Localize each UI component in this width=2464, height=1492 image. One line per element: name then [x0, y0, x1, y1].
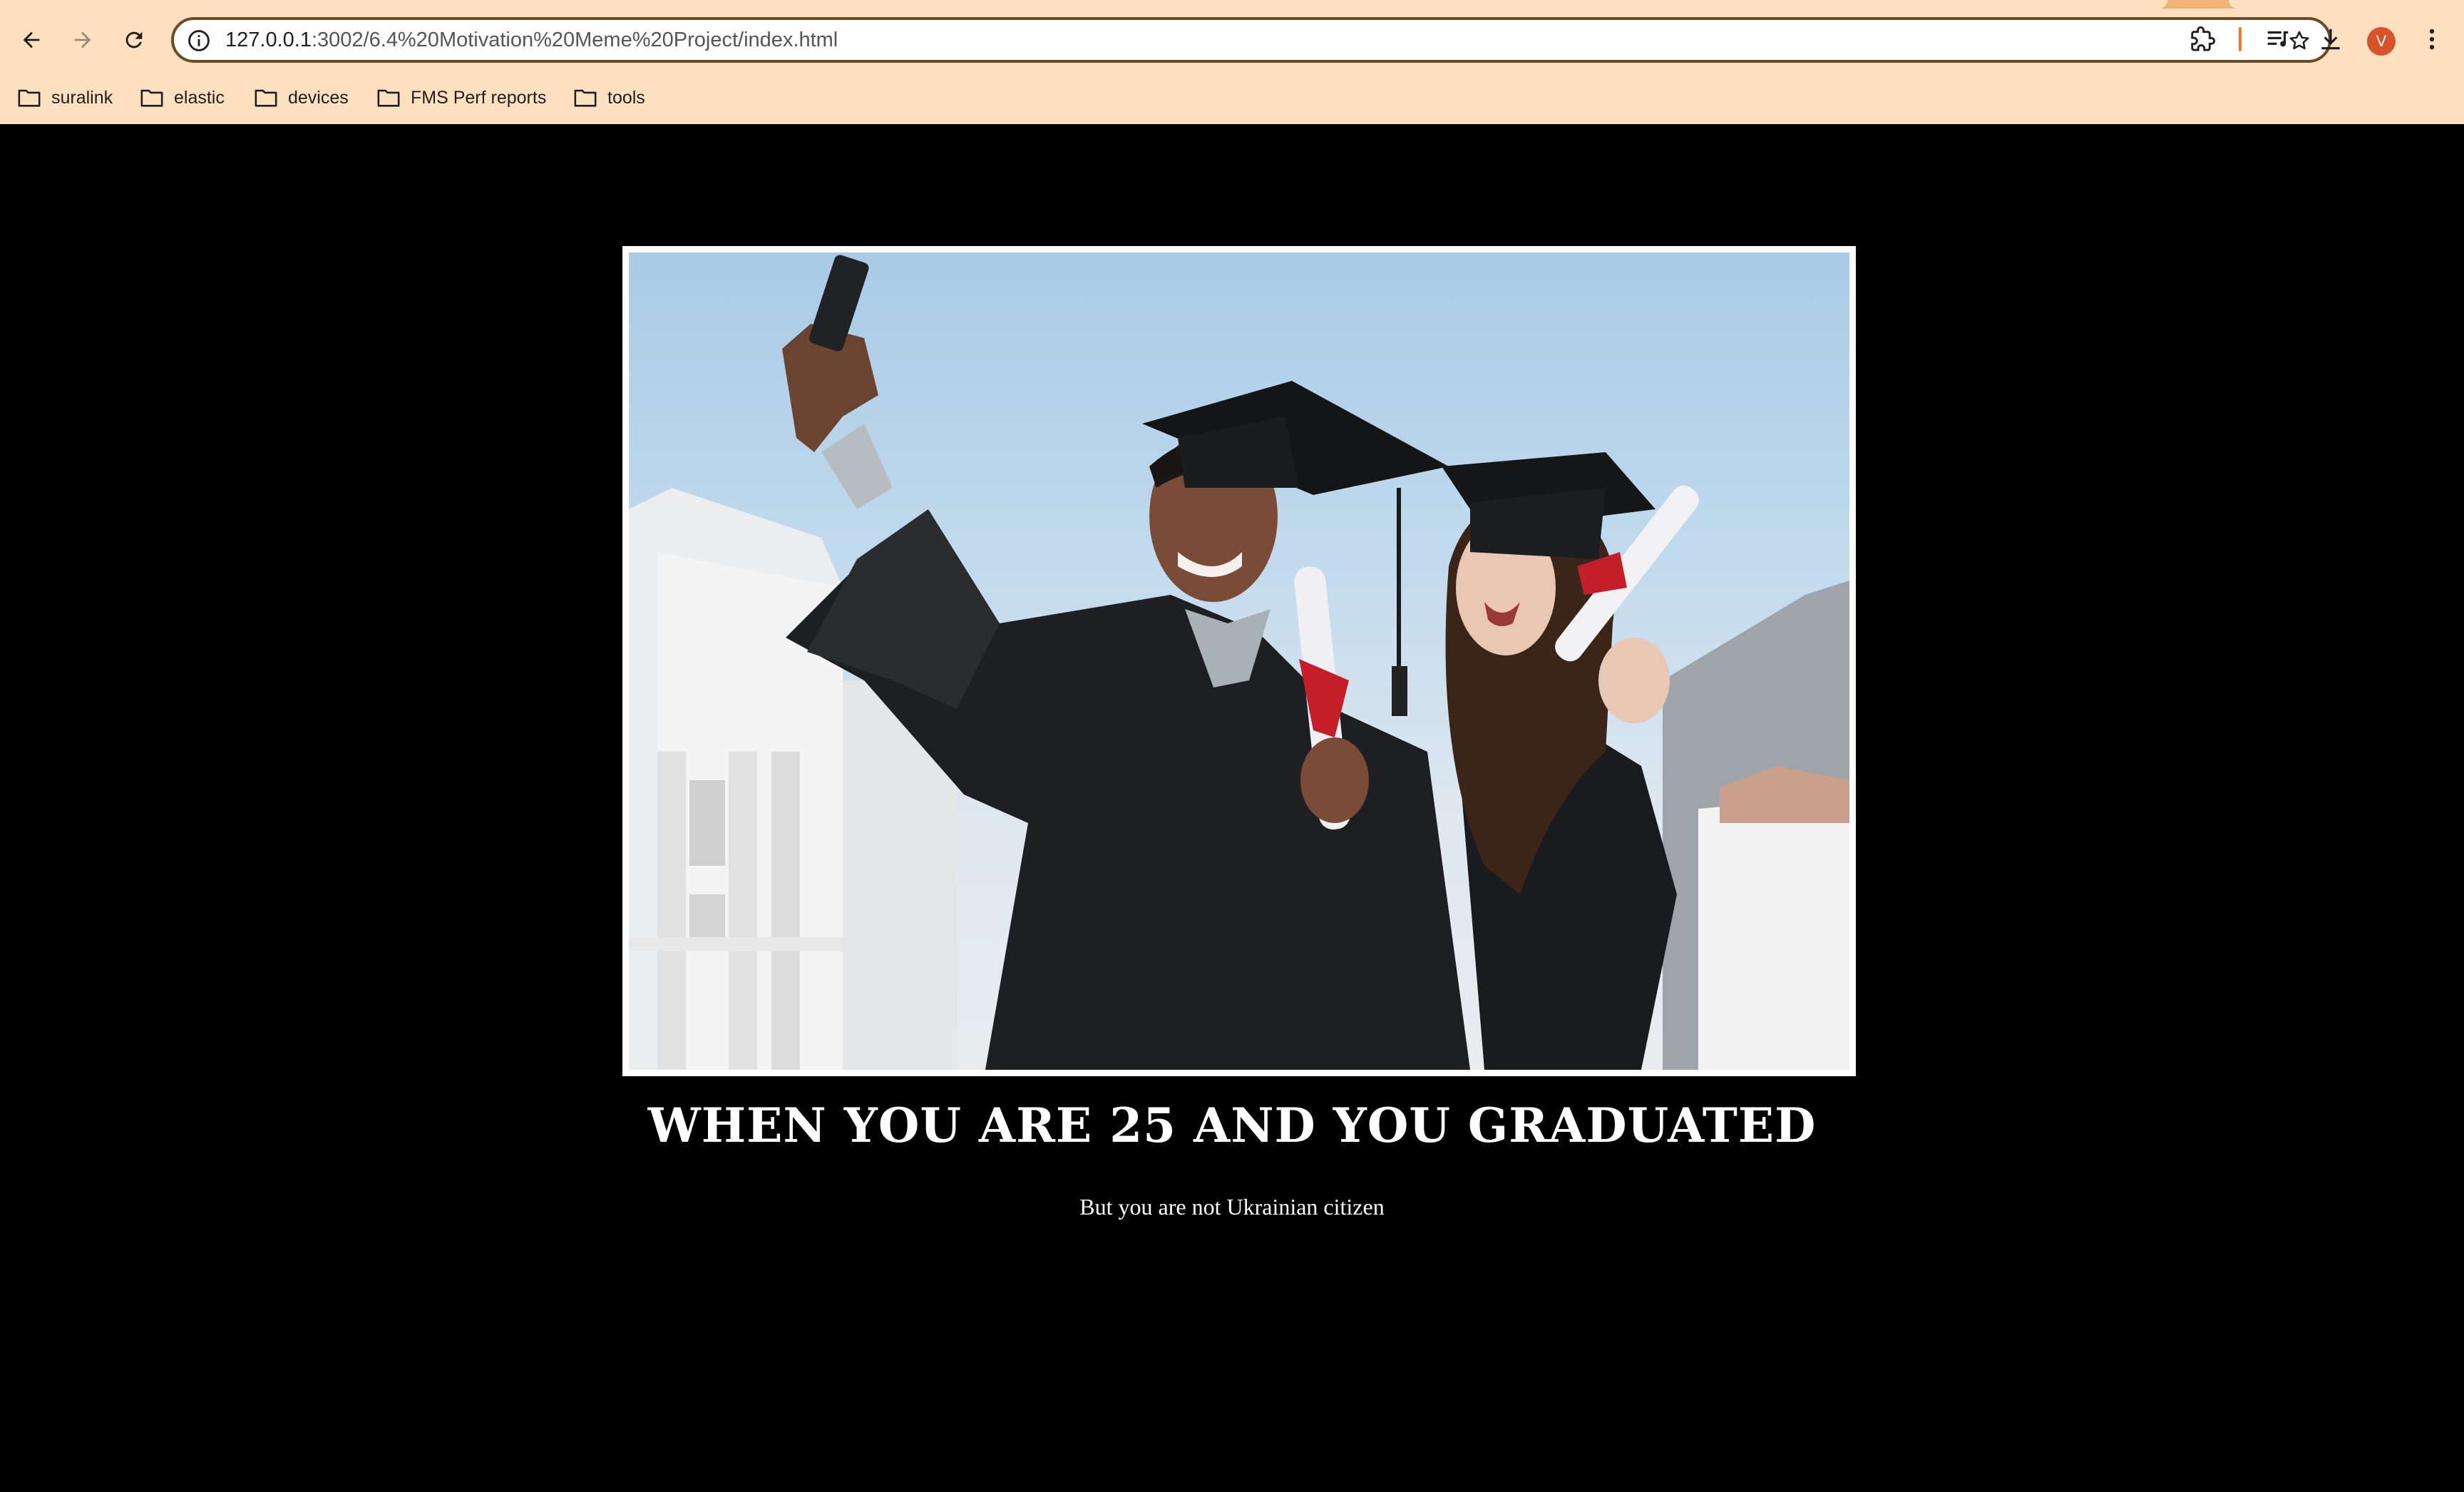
folder-icon [377, 89, 400, 107]
media-controls-button[interactable] [2260, 21, 2296, 57]
browser-toolbar: 127.0.0.1:3002/6.4%20Motivation%20Meme%2… [0, 0, 2464, 124]
address-bar[interactable]: 127.0.0.1:3002/6.4%20Motivation%20Meme%2… [171, 17, 2331, 63]
bookmark-folder-elastic[interactable]: elastic [140, 80, 225, 116]
forward-arrow-icon [74, 31, 91, 48]
page-content: WHEN YOU ARE 25 AND YOU GRADUATED But yo… [0, 124, 2464, 1492]
folder-icon [18, 89, 41, 107]
bookmark-label: elastic [174, 87, 225, 108]
media-controls-icon [2267, 31, 2289, 47]
inactive-tab[interactable] [2229, 0, 2464, 9]
back-arrow-icon [23, 31, 40, 48]
bookmark-label: FMS Perf reports [411, 87, 547, 108]
meme-subline: But you are not Ukrainian citizen [1079, 1194, 1385, 1220]
folder-icon [255, 89, 277, 107]
url-path: :3002/6.4%20Motivation%20Meme%20Project/… [311, 29, 838, 51]
site-info-icon[interactable] [185, 27, 212, 54]
bookmark-label: tools [607, 87, 645, 108]
more-menu-icon [2429, 29, 2435, 50]
bookmark-folder-tools[interactable]: tools [573, 80, 645, 116]
back-button[interactable] [10, 19, 53, 61]
meme-headline: WHEN YOU ARE 25 AND YOU GRADUATED [647, 1098, 1817, 1153]
extensions-button[interactable] [2185, 21, 2220, 57]
folder-icon [140, 89, 163, 107]
profile-avatar[interactable]: V [2367, 27, 2396, 56]
active-tab[interactable] [0, 0, 2167, 9]
toolbar-divider [2239, 27, 2242, 51]
bookmark-label: devices [288, 87, 349, 108]
bookmark-folder-fms-perf-reports[interactable]: FMS Perf reports [376, 80, 546, 116]
meme-image-frame [622, 246, 1856, 1076]
forward-button[interactable] [61, 19, 104, 61]
reload-button[interactable] [113, 19, 155, 61]
folder-icon [574, 89, 597, 107]
extensions-puzzle-icon [2191, 26, 2216, 51]
bookmarks-bar: suralink elastic devices FMS Perf report… [0, 80, 2464, 116]
tab-strip [0, 0, 2464, 9]
more-menu-button[interactable] [2414, 21, 2450, 57]
graduates-selfie-image [629, 252, 1849, 1070]
reload-icon [125, 31, 143, 48]
bookmark-folder-suralink[interactable]: suralink [17, 80, 113, 116]
url-text[interactable]: 127.0.0.1:3002/6.4%20Motivation%20Meme%2… [225, 20, 838, 60]
download-icon [2321, 29, 2340, 50]
downloads-button[interactable] [2313, 21, 2348, 57]
bookmark-label: suralink [51, 87, 113, 108]
bookmark-folder-devices[interactable]: devices [254, 80, 349, 116]
url-host: 127.0.0.1 [225, 29, 312, 51]
